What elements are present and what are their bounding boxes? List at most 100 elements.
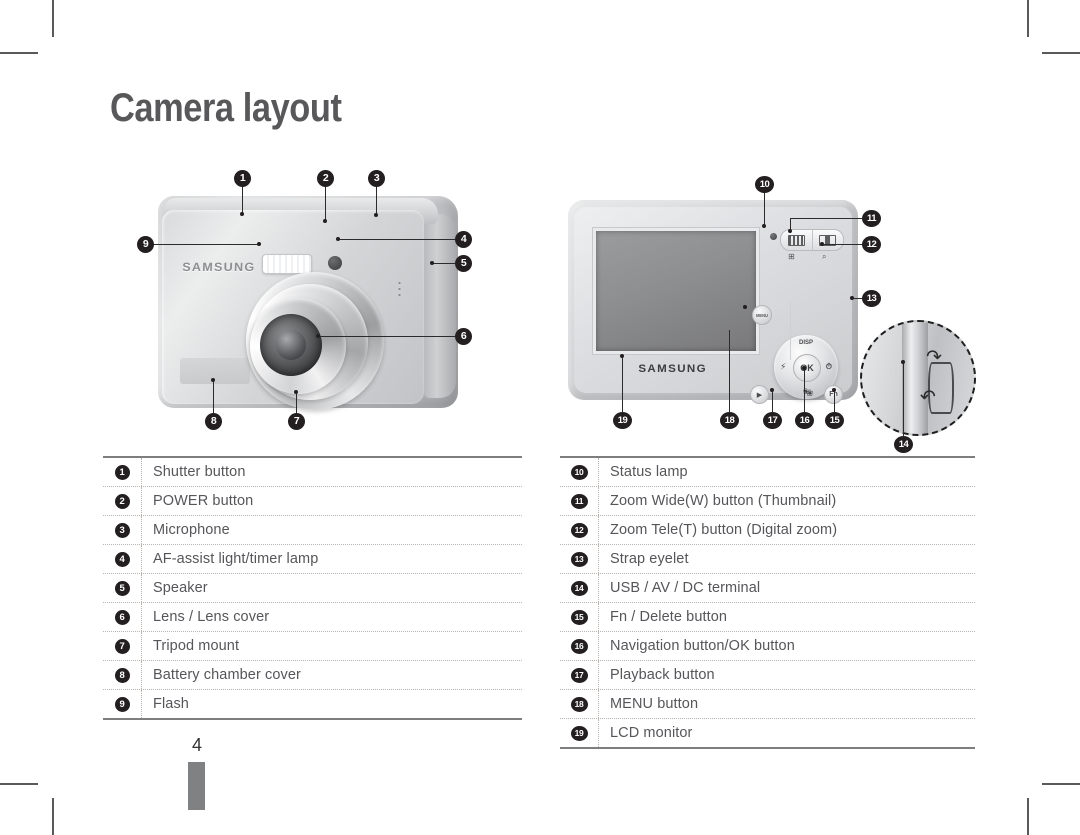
row-number-badge: 17 xyxy=(570,667,588,683)
front-callout-2: 2 xyxy=(317,170,334,187)
row-number-badge: 9 xyxy=(114,696,130,712)
open-arrow-upper-icon: ↷ xyxy=(926,347,942,368)
row-number-cell: 2 xyxy=(103,487,142,515)
row-number-badge: 3 xyxy=(114,522,130,538)
menu-button[interactable]: MENU xyxy=(752,305,772,325)
row-number-badge: 11 xyxy=(570,493,588,509)
front-leader-9 xyxy=(154,244,259,245)
row-number-badge: 13 xyxy=(570,551,588,567)
back-leader-10 xyxy=(764,193,765,227)
back-parts-table: 10 Status lamp 11 Zoom Wide(W) button (T… xyxy=(560,456,975,749)
back-point-10 xyxy=(762,224,766,228)
back-leader-14 xyxy=(903,362,904,436)
table-row: 3 Microphone xyxy=(103,516,522,545)
back-callout-16: 16 xyxy=(795,412,814,429)
back-leader-19 xyxy=(622,356,623,412)
table-row: 16 Navigation button/OK button xyxy=(560,632,975,661)
front-point-8 xyxy=(211,378,215,382)
row-number-badge: 15 xyxy=(570,609,588,625)
front-point-4 xyxy=(336,237,340,241)
table-row: 5 Speaker xyxy=(103,574,522,603)
back-callout-10: 10 xyxy=(755,176,774,193)
crop-mark-right-top xyxy=(1042,52,1080,54)
row-number-badge: 16 xyxy=(570,638,588,654)
crop-mark-left-bottom xyxy=(0,783,38,785)
timer-icon: ⏱ xyxy=(825,362,832,371)
table-row: 13 Strap eyelet xyxy=(560,545,975,574)
front-point-3 xyxy=(374,213,378,217)
brand-logo-back: SAMSUNG xyxy=(638,363,707,375)
row-label: Speaker xyxy=(153,580,208,596)
speaker-holes-icon xyxy=(397,280,402,298)
back-leader-11h xyxy=(790,218,862,219)
row-label: Tripod mount xyxy=(153,638,240,654)
crop-mark-bottom-right xyxy=(1027,798,1029,835)
back-point-18 xyxy=(743,305,747,309)
table-row: 4 AF-assist light/timer lamp xyxy=(103,545,522,574)
row-label: MENU button xyxy=(610,696,699,712)
row-label: Playback button xyxy=(610,667,715,683)
row-number-cell: 3 xyxy=(103,516,142,544)
front-leader-6 xyxy=(318,336,455,337)
back-callout-15: 15 xyxy=(825,412,844,429)
row-number-badge: 19 xyxy=(570,725,588,741)
front-leader-2 xyxy=(325,187,326,222)
row-number-cell: 9 xyxy=(103,690,142,718)
crop-mark-top-right xyxy=(1027,0,1029,37)
crop-mark-right-bottom xyxy=(1042,783,1080,785)
lens-assembly xyxy=(246,272,384,410)
back-point-19 xyxy=(620,354,624,358)
row-number-badge: 12 xyxy=(570,522,588,538)
row-number-cell: 8 xyxy=(103,661,142,689)
front-point-5 xyxy=(430,261,434,265)
terminal-detail-callout: ↷ ↶ xyxy=(860,320,976,436)
row-number-cell: 19 xyxy=(560,719,599,747)
open-arrow-lower-icon: ↶ xyxy=(920,387,936,408)
row-number-badge: 4 xyxy=(114,551,130,567)
row-number-cell: 4 xyxy=(103,545,142,573)
table-row: 12 Zoom Tele(T) button (Digital zoom) xyxy=(560,516,975,545)
row-label: Shutter button xyxy=(153,464,246,480)
back-callout-18: 18 xyxy=(720,412,739,429)
back-point-11 xyxy=(788,229,792,233)
back-point-15 xyxy=(832,388,836,392)
table-row: 8 Battery chamber cover xyxy=(103,661,522,690)
playback-button[interactable]: ▶ xyxy=(750,385,769,404)
table-row: 19 LCD monitor xyxy=(560,719,975,747)
front-leader-7 xyxy=(296,392,297,413)
row-number-badge: 7 xyxy=(114,638,130,654)
row-number-badge: 2 xyxy=(114,493,130,509)
row-label: LCD monitor xyxy=(610,725,693,741)
front-point-6 xyxy=(316,334,320,338)
crop-mark-bottom-left xyxy=(52,798,54,835)
crop-mark-top-left xyxy=(52,0,54,37)
row-label: Navigation button/OK button xyxy=(610,638,795,654)
thumbnail-icon: ⊞ xyxy=(788,252,795,261)
table-row: 17 Playback button xyxy=(560,661,975,690)
front-right-side xyxy=(424,214,456,398)
back-leader-12 xyxy=(822,244,862,245)
row-number-cell: 1 xyxy=(103,458,142,486)
front-callout-5: 5 xyxy=(455,255,472,272)
lcd-monitor xyxy=(596,231,756,351)
back-callout-13: 13 xyxy=(862,290,881,307)
terminal-side-strip xyxy=(902,322,928,434)
front-callout-3: 3 xyxy=(368,170,385,187)
zoom-wide-icon xyxy=(787,234,805,246)
lens-barrel xyxy=(260,314,322,376)
front-leader-8 xyxy=(213,380,214,413)
front-callout-4: 4 xyxy=(455,231,472,248)
row-number-cell: 15 xyxy=(560,603,599,631)
table-row: 14 USB / AV / DC terminal xyxy=(560,574,975,603)
table-row: 18 MENU button xyxy=(560,690,975,719)
front-point-9 xyxy=(257,242,261,246)
page-title: Camera layout xyxy=(110,86,342,130)
zoom-wide-button[interactable] xyxy=(781,230,812,250)
camera-front-body: SAMSUNG xyxy=(158,196,458,410)
front-callout-9: 9 xyxy=(137,236,154,253)
zoom-tele-button[interactable] xyxy=(811,230,844,250)
row-label: AF-assist light/timer lamp xyxy=(153,551,319,567)
row-number-cell: 5 xyxy=(103,574,142,602)
lens-glass xyxy=(276,330,306,360)
front-point-2 xyxy=(323,219,327,223)
